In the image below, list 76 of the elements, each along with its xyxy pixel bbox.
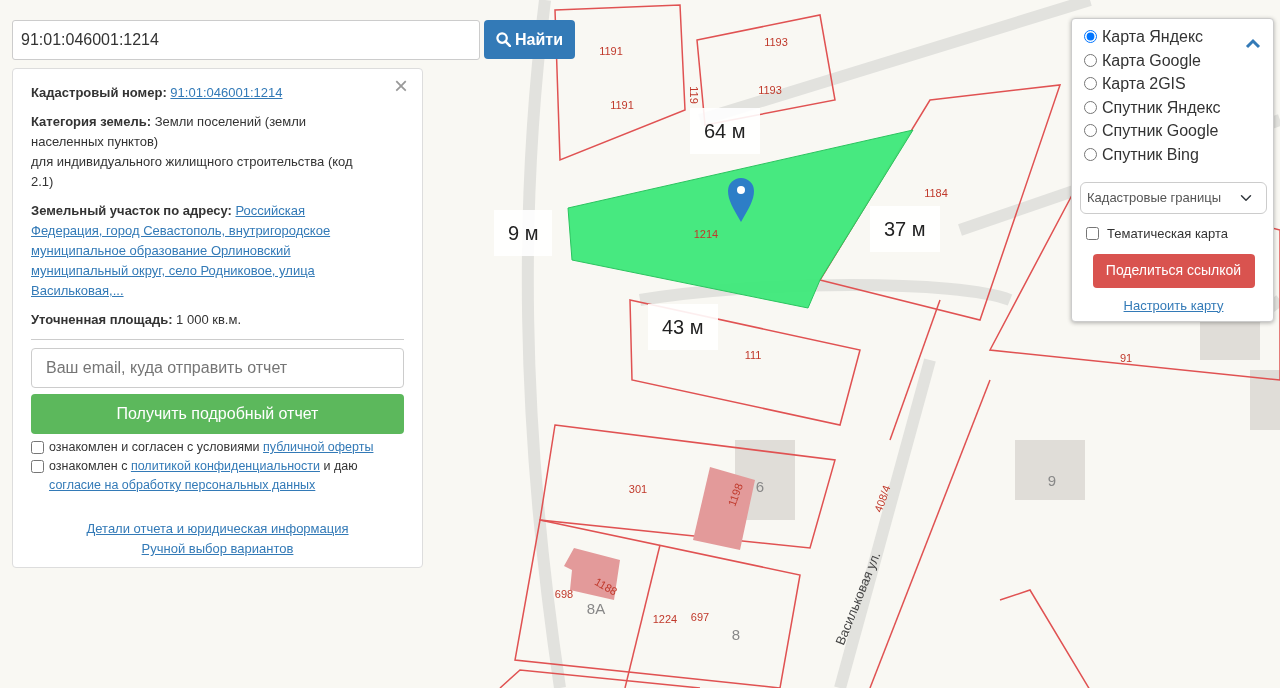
distance-label: 37 м: [870, 206, 940, 252]
close-button[interactable]: ×: [388, 73, 414, 99]
distance-label: 64 м: [690, 108, 760, 154]
radio-button[interactable]: [1084, 124, 1097, 138]
parcel-number: 1191: [610, 99, 634, 111]
field-label: Категория земель:: [31, 114, 151, 129]
parcel-number: 1193: [758, 84, 782, 96]
overlay-select[interactable]: Кадастровые границы: [1080, 182, 1267, 214]
parcel-number: 1193: [764, 36, 788, 48]
parcel-number: 1214: [693, 228, 719, 240]
parcel-number: 697: [690, 611, 710, 623]
field-label: Уточненная площадь:: [31, 312, 173, 327]
layer-label[interactable]: Карта 2GIS: [1102, 72, 1186, 96]
settings-link[interactable]: Настроить карту: [1123, 297, 1224, 313]
radio-button[interactable]: [1084, 100, 1097, 114]
field-value: 1 000 кв.м.: [176, 312, 241, 327]
field-value: для индивидуального жилищного строительства (код: [31, 154, 353, 169]
layer-label[interactable]: Спутник Яндекс: [1102, 95, 1221, 119]
radio-button[interactable]: [1084, 77, 1097, 91]
field-value: Земли поселений (земли: [154, 114, 306, 129]
parcel-number: 91: [1119, 352, 1133, 364]
layer-label[interactable]: Карта Яндекс: [1102, 25, 1204, 49]
field-link[interactable]: муниципальное образование Орлиновский: [31, 243, 291, 258]
parcel-number: 1198: [725, 481, 745, 508]
consent-text: ознакомлен и согласен с условиями: [49, 440, 260, 454]
field-link[interactable]: Российская: [235, 203, 306, 218]
parcel-number: 119: [688, 86, 700, 104]
footer-link[interactable]: Детали отчета и юридическая информация: [86, 521, 349, 536]
consent-link[interactable]: публичной оферты: [263, 440, 374, 454]
layer-label[interactable]: Спутник Bing: [1102, 142, 1199, 166]
layer-label[interactable]: Карта Google: [1102, 48, 1201, 72]
building-shape: [1015, 440, 1085, 500]
parcel-number: 1184: [924, 187, 948, 199]
house-number: 6: [755, 478, 765, 495]
consent-link[interactable]: политикой конфиденциальности: [130, 459, 320, 473]
consent-link[interactable]: согласие на обработку персональных данных: [49, 478, 316, 492]
share-button[interactable]: Поделиться ссылкой: [1092, 253, 1255, 288]
consent-checkbox[interactable]: [31, 460, 44, 473]
house-number: 9: [1047, 472, 1057, 489]
report-button[interactable]: Получить подробный отчет: [31, 394, 404, 434]
parcel-number: 1224: [652, 613, 678, 625]
footer-link[interactable]: Ручной выбор вариантов: [141, 541, 294, 556]
distance-label: 9 м: [494, 210, 553, 256]
parcel-number: 1191: [599, 45, 623, 57]
map-pin-icon[interactable]: [728, 178, 754, 222]
parcel-number: 698: [554, 588, 574, 600]
parcel-number: 111: [744, 349, 762, 361]
field-label: Кадастровый номер:: [31, 85, 167, 100]
field-link[interactable]: 91:01:046001:1214: [170, 85, 283, 100]
field-link[interactable]: муниципальный округ, село Родниковое, улица: [31, 263, 315, 278]
search-field[interactable]: 91:01:046001:1214: [12, 20, 480, 60]
checkbox-label: Тематическая карта: [1107, 225, 1229, 243]
field-value: 2.1): [31, 174, 54, 189]
parcel-number: 1188: [592, 575, 620, 598]
parcel-number: 301: [628, 483, 648, 495]
house-number: 8А: [586, 600, 606, 617]
house-number: 8: [731, 626, 741, 643]
radio-button[interactable]: [1084, 30, 1097, 44]
field-link[interactable]: Федерация, город Севастополь, внутригородское: [31, 223, 331, 238]
search-icon: [496, 32, 511, 47]
field-link[interactable]: Васильковая,...: [31, 283, 124, 298]
consent-checkbox[interactable]: [31, 441, 44, 454]
field-label: Земельный участок по адресу:: [31, 203, 232, 218]
consent-text: ознакомлен с: [49, 459, 128, 473]
parcel-number: 408/4: [871, 483, 893, 514]
radio-button[interactable]: [1084, 147, 1097, 161]
building-shape: [1250, 370, 1280, 430]
email-field[interactable]: Ваш email, куда отправить отчет: [31, 348, 404, 388]
distance-label: 43 м: [648, 304, 718, 350]
thematic-checkbox[interactable]: [1086, 227, 1099, 241]
consent-text: и даю: [323, 459, 358, 473]
radio-button[interactable]: [1084, 53, 1097, 67]
field-value: населенных пунктов): [31, 134, 159, 149]
layer-label[interactable]: Спутник Google: [1102, 119, 1219, 143]
search-button[interactable]: Найти: [484, 20, 575, 59]
caret-icon: [1245, 38, 1261, 50]
